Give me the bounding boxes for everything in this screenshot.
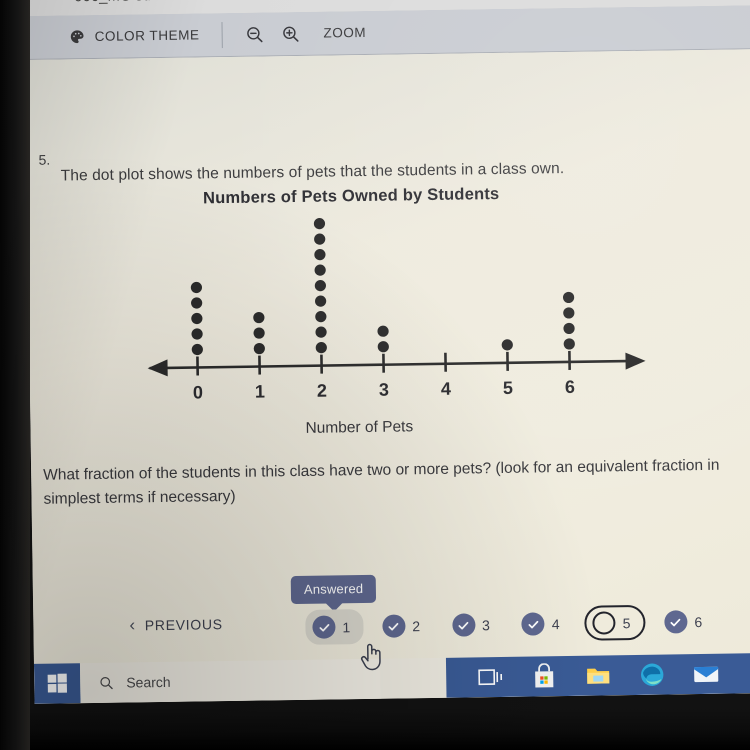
dot-2-5 <box>314 280 326 292</box>
check-icon <box>451 613 476 637</box>
hand-cursor-icon <box>360 643 381 671</box>
dot-6-3 <box>563 307 575 319</box>
windows-start-button[interactable] <box>33 663 81 704</box>
question-pill-1[interactable]: 1 <box>305 609 364 645</box>
microsoft-edge-icon[interactable] <box>638 661 666 689</box>
dot-2-3 <box>315 311 327 323</box>
zoom-out-icon[interactable] <box>244 24 264 44</box>
question-pill-4[interactable]: 4 <box>515 606 573 642</box>
question-pill-number: 5 <box>622 614 631 631</box>
dot-1-1 <box>253 342 265 355</box>
windows-start-icon <box>47 673 67 693</box>
screen-content: 000_MC 5th Grade Math MP4 9WKS 2020-2021… <box>24 0 750 704</box>
question-prompt: What fraction of the students in this cl… <box>43 456 720 508</box>
question-pill-number: 1 <box>342 618 351 635</box>
dot-1-2 <box>253 327 265 339</box>
x-tick-label-4: 4 <box>441 379 451 399</box>
dot-6-2 <box>563 322 575 335</box>
microsoft-store-icon[interactable] <box>530 662 558 690</box>
monitor-bezel-left <box>0 0 30 750</box>
photographed-screen: 000_MC 5th Grade Math MP4 9WKS 2020-2021… <box>0 0 750 750</box>
check-icon <box>382 614 406 638</box>
dot-0-1 <box>191 343 203 356</box>
question-number: 5. <box>38 151 51 168</box>
dot-2-4 <box>315 295 327 307</box>
check-icon <box>521 612 545 636</box>
x-tick-label-3: 3 <box>379 380 389 400</box>
dot-2-7 <box>314 249 326 261</box>
x-tick-label-2: 2 <box>317 381 327 401</box>
check-icon <box>664 610 688 634</box>
question-pill-number: 3 <box>481 616 490 633</box>
taskbar-search[interactable]: Search <box>79 658 381 704</box>
question-pill-6[interactable]: 6 <box>657 604 715 640</box>
previous-label: PREVIOUS <box>144 615 223 633</box>
search-icon <box>100 677 113 690</box>
zoom-controls: ZOOM <box>244 11 366 56</box>
question-pill-3[interactable]: 3 <box>445 607 503 643</box>
toolbar-divider <box>221 21 223 48</box>
x-axis-label: Number of Pets <box>305 418 414 437</box>
taskbar-icon-group <box>445 652 750 698</box>
dot-2-6 <box>314 264 326 276</box>
dot-2-8 <box>314 233 326 245</box>
chevron-left-icon: ‹ <box>129 615 136 635</box>
file-explorer-icon[interactable] <box>584 661 612 689</box>
answered-tooltip: Answered <box>290 574 377 605</box>
question-pill-5[interactable]: 5 <box>584 604 646 641</box>
taskbar-search-label: Search <box>126 673 171 691</box>
browser-tab-title: 000_MC 5th Grade Math MP4 9WKS 2020-2021 <box>74 0 397 5</box>
task-view-icon[interactable] <box>476 663 504 691</box>
question-navigation: ‹ PREVIOUS Answered 1 2 3 4 5 6 <box>33 574 750 671</box>
color-theme-button[interactable]: COLOR THEME <box>68 13 200 58</box>
question-pill-number: 2 <box>412 617 421 634</box>
dot-0-4 <box>191 297 203 309</box>
worksheet-page: 5. The dot plot shows the numbers of pet… <box>25 48 750 704</box>
x-tick-label-6: 6 <box>565 377 575 397</box>
dot-3-2 <box>377 325 389 337</box>
dot-plot: 0 1 2 3 4 5 6 Number of Pets <box>137 201 661 459</box>
dot-6-1 <box>563 338 575 350</box>
check-icon <box>312 615 336 639</box>
dot-6-4 <box>562 291 575 304</box>
x-tick-label-5: 5 <box>503 378 513 398</box>
dot-3-1 <box>377 341 389 353</box>
dot-0-3 <box>191 312 203 325</box>
x-tick-label-1: 1 <box>255 381 265 401</box>
zoom-in-icon[interactable] <box>280 23 300 43</box>
dot-0-5 <box>190 281 203 294</box>
palette-icon <box>69 28 86 45</box>
dot-5-1 <box>501 339 513 351</box>
previous-button[interactable]: ‹ PREVIOUS <box>129 615 223 635</box>
question-pill-number: 6 <box>694 613 703 630</box>
color-theme-label: COLOR THEME <box>94 27 200 44</box>
mail-icon[interactable] <box>692 660 720 688</box>
dot-2-1 <box>315 342 327 354</box>
unanswered-circle-icon <box>592 611 616 635</box>
dot-0-2 <box>191 328 203 340</box>
question-stem: The dot plot shows the numbers of pets t… <box>60 160 565 185</box>
dot-2-9 <box>313 218 326 230</box>
x-tick-label-0: 0 <box>193 382 203 402</box>
zoom-label: ZOOM <box>323 24 367 41</box>
dot-2-2 <box>315 326 327 338</box>
dot-1-3 <box>253 311 265 324</box>
taskbar-spacer <box>380 658 447 699</box>
monitor-bezel-bottom <box>0 708 750 750</box>
dot-plot-svg: 0 1 2 3 4 5 6 <box>147 218 646 403</box>
question-pill-number: 4 <box>551 615 560 632</box>
